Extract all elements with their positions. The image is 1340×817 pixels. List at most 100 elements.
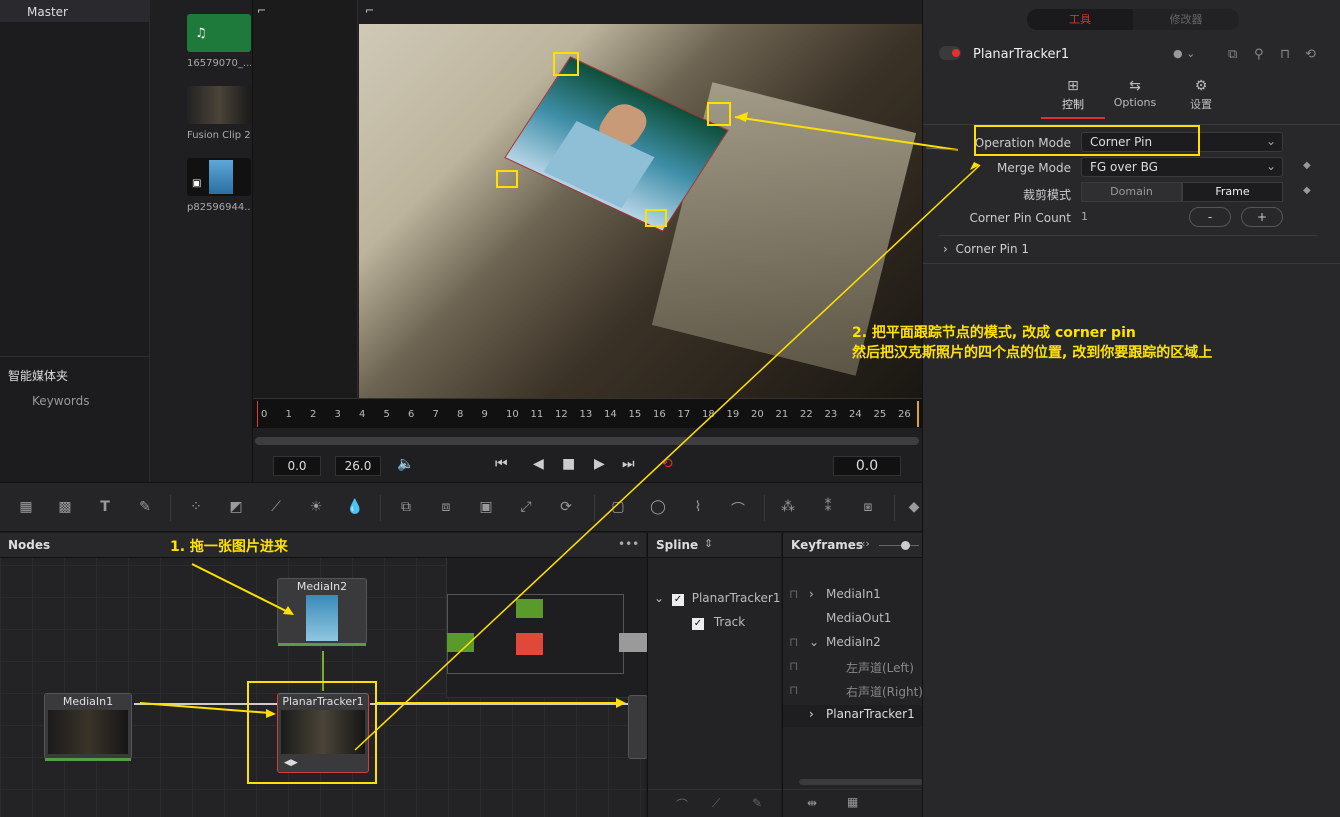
versions-icon[interactable]: ⧉ bbox=[1228, 47, 1237, 62]
lock-icon[interactable]: ⊓ bbox=[789, 683, 798, 697]
play-icon[interactable]: ▶ bbox=[594, 456, 605, 472]
chevron-right-icon[interactable]: › bbox=[809, 707, 814, 721]
tab-modifiers[interactable]: 修改器 bbox=[1133, 9, 1239, 30]
particles-tool-icon[interactable]: ⁘ bbox=[186, 499, 206, 517]
keyframe-row[interactable]: ⊓ 左声道(Left) bbox=[783, 659, 923, 681]
paint-tool-icon[interactable]: ✎ bbox=[135, 499, 155, 517]
ellipse-mask-icon[interactable]: ◯ bbox=[648, 499, 668, 517]
smooth-icon[interactable]: ⌒ bbox=[676, 796, 688, 813]
color-correct-icon[interactable]: ☀ bbox=[306, 499, 326, 517]
increase-button[interactable]: + bbox=[1241, 207, 1283, 227]
lock-icon[interactable]: ⊓ bbox=[789, 659, 798, 673]
left-viewer[interactable]: ⌐ bbox=[253, 0, 358, 398]
fastnoise-tool-icon[interactable]: ▩ bbox=[55, 499, 75, 517]
node-mediain2[interactable]: MediaIn2 bbox=[277, 578, 367, 646]
node-toggle[interactable] bbox=[939, 46, 961, 60]
volume-icon[interactable]: 🔈 bbox=[397, 456, 414, 472]
keyframe-row-selected[interactable]: › PlanarTracker1 bbox=[783, 705, 923, 727]
keyframe-row[interactable]: MediaOut1 bbox=[783, 611, 923, 633]
tab-tools[interactable]: 工具 bbox=[1027, 9, 1133, 30]
matte-tool-icon[interactable]: 💧 bbox=[345, 499, 365, 517]
lock-icon[interactable]: ⊓ bbox=[789, 635, 798, 649]
node-editor[interactable]: MediaIn2 MediaIn1 PlanarTracker1 ◀▶ bbox=[0, 533, 648, 817]
crop-frame-button[interactable]: Frame bbox=[1182, 182, 1283, 202]
subtab-settings[interactable]: ⚙ 设置 bbox=[1169, 78, 1233, 112]
clip-item[interactable]: ▣ p82596944... bbox=[187, 158, 251, 213]
keyframe-diamond-icon[interactable]: ◆ bbox=[1303, 185, 1311, 196]
particle-render-icon[interactable]: ⁑ bbox=[818, 499, 838, 517]
subtab-controls[interactable]: ⊞ 控制 bbox=[1041, 78, 1105, 119]
chevron-down-icon[interactable]: ⌄ bbox=[809, 635, 819, 649]
spline-tree-root[interactable]: ⌄ ✓ PlanarTracker1 bbox=[654, 591, 780, 606]
expand-icon[interactable]: ‹› bbox=[861, 537, 870, 550]
end-time-field[interactable]: 26.0 bbox=[335, 456, 381, 476]
lock-icon[interactable]: ⊓ bbox=[1280, 47, 1290, 62]
frame-ruler[interactable]: 0 1 2 3 4 5 6 7 8 9 10 11 12 13 14 15 16 17 18 19 20 21 22 23 24… bbox=[253, 398, 922, 428]
current-time-field[interactable]: 0.0 bbox=[833, 456, 901, 476]
chevron-right-icon[interactable]: › bbox=[809, 587, 814, 601]
text-tool-icon[interactable]: T bbox=[95, 499, 115, 517]
subtab-options[interactable]: ⇆ Options bbox=[1103, 78, 1167, 109]
checkbox-icon[interactable]: ✓ bbox=[671, 594, 684, 606]
resize-tool-icon[interactable]: ⤢ bbox=[516, 499, 536, 517]
keyframe-row[interactable]: ⊓ › MediaIn1 bbox=[783, 587, 923, 609]
corner-handle-box[interactable] bbox=[496, 170, 518, 188]
merge-tool-icon[interactable]: ⧈ bbox=[436, 499, 456, 517]
more-options-icon[interactable]: ••• bbox=[618, 537, 639, 551]
corner-handle-box[interactable] bbox=[707, 102, 731, 126]
color-curves-icon[interactable]: ◩ bbox=[226, 499, 246, 517]
3d-tool-icon[interactable]: ◆ bbox=[904, 499, 924, 517]
keyframe-row[interactable]: ⊓ ⌄ MediaIn2 bbox=[783, 635, 923, 657]
keyframe-row[interactable]: ⊓ 右声道(Right) bbox=[783, 683, 923, 705]
reset-icon[interactable]: ⟲ bbox=[1305, 47, 1316, 62]
timeline-scrubber[interactable] bbox=[255, 437, 919, 445]
skip-start-icon[interactable]: ⏮ bbox=[495, 456, 508, 472]
node-navigator[interactable] bbox=[446, 558, 647, 698]
polygon-mask-icon[interactable]: ⌇ bbox=[688, 499, 708, 517]
loader-tool-icon[interactable]: ⧉ bbox=[396, 499, 416, 517]
edit-icon[interactable]: ✎ bbox=[752, 796, 762, 810]
right-viewer-image[interactable] bbox=[359, 24, 922, 398]
master-bin[interactable]: Master bbox=[0, 0, 150, 22]
particle-emitter-icon[interactable]: ⁂ bbox=[778, 499, 798, 517]
corner-handle-box[interactable] bbox=[645, 209, 667, 227]
zoom-slider-handle[interactable] bbox=[901, 541, 910, 550]
node-mediaout1[interactable] bbox=[628, 695, 648, 759]
transform-tool-icon[interactable]: ⟳ bbox=[556, 499, 576, 517]
skip-end-icon[interactable]: ⏭ bbox=[622, 456, 635, 472]
time-stretch-icon[interactable]: ⇹ bbox=[807, 796, 817, 810]
bspline-mask-icon[interactable]: ⌒ bbox=[728, 499, 748, 518]
linear-icon[interactable]: ⟋ bbox=[712, 796, 720, 811]
ruler-tick-label: 23 bbox=[824, 409, 838, 420]
brightness-curve-icon[interactable]: ⟋ bbox=[266, 499, 286, 517]
clip-item[interactable]: ♫ 16579070_... bbox=[187, 14, 251, 69]
spline-tree-child[interactable]: ✓ Track bbox=[692, 615, 745, 630]
spreadsheet-icon[interactable]: ▦ bbox=[847, 795, 858, 809]
sort-icon[interactable]: ⇕ bbox=[704, 537, 713, 550]
crop-domain-button[interactable]: Domain bbox=[1081, 182, 1182, 202]
color-dot-icon[interactable]: ● ⌄ bbox=[1173, 47, 1195, 60]
merge-mode-dropdown[interactable]: FG over BG ⌄ bbox=[1081, 157, 1283, 177]
keywords-bin[interactable]: Keywords bbox=[0, 394, 150, 408]
loop-icon[interactable]: ⟲ bbox=[661, 456, 673, 472]
saver-tool-icon[interactable]: ▣ bbox=[476, 499, 496, 517]
smart-bins-title[interactable]: 智能媒体夹 bbox=[0, 367, 150, 384]
corner-handle-box[interactable] bbox=[553, 52, 579, 76]
stop-icon[interactable]: ■ bbox=[562, 456, 575, 472]
start-time-field[interactable]: 0.0 bbox=[273, 456, 321, 476]
inspector: 工具 修改器 PlanarTracker1 ● ⌄ ⧉ ⚲ ⊓ ⟲ ⊞ 控制 ⇆… bbox=[922, 0, 1340, 817]
node-mediain1[interactable]: MediaIn1 bbox=[44, 693, 132, 761]
rectangle-mask-icon[interactable]: ▢ bbox=[608, 499, 628, 517]
pin-icon[interactable]: ⚲ bbox=[1254, 47, 1264, 62]
lock-icon[interactable]: ⊓ bbox=[789, 587, 798, 601]
decrease-button[interactable]: - bbox=[1189, 207, 1231, 227]
corner-pin-section[interactable]: › Corner Pin 1 bbox=[943, 242, 1029, 256]
keyframes-scrollbar[interactable] bbox=[799, 779, 923, 785]
background-tool-icon[interactable]: ▦ bbox=[16, 499, 36, 517]
particle-style-icon[interactable]: ⧆ bbox=[858, 499, 878, 517]
keyframe-diamond-icon[interactable]: ◆ bbox=[1303, 160, 1311, 171]
clip-item[interactable]: Fusion Clip 2 bbox=[187, 86, 251, 141]
zoom-slider[interactable] bbox=[879, 545, 919, 546]
checkbox-icon[interactable]: ✓ bbox=[692, 618, 704, 630]
play-reverse-icon[interactable]: ◀ bbox=[533, 456, 544, 472]
